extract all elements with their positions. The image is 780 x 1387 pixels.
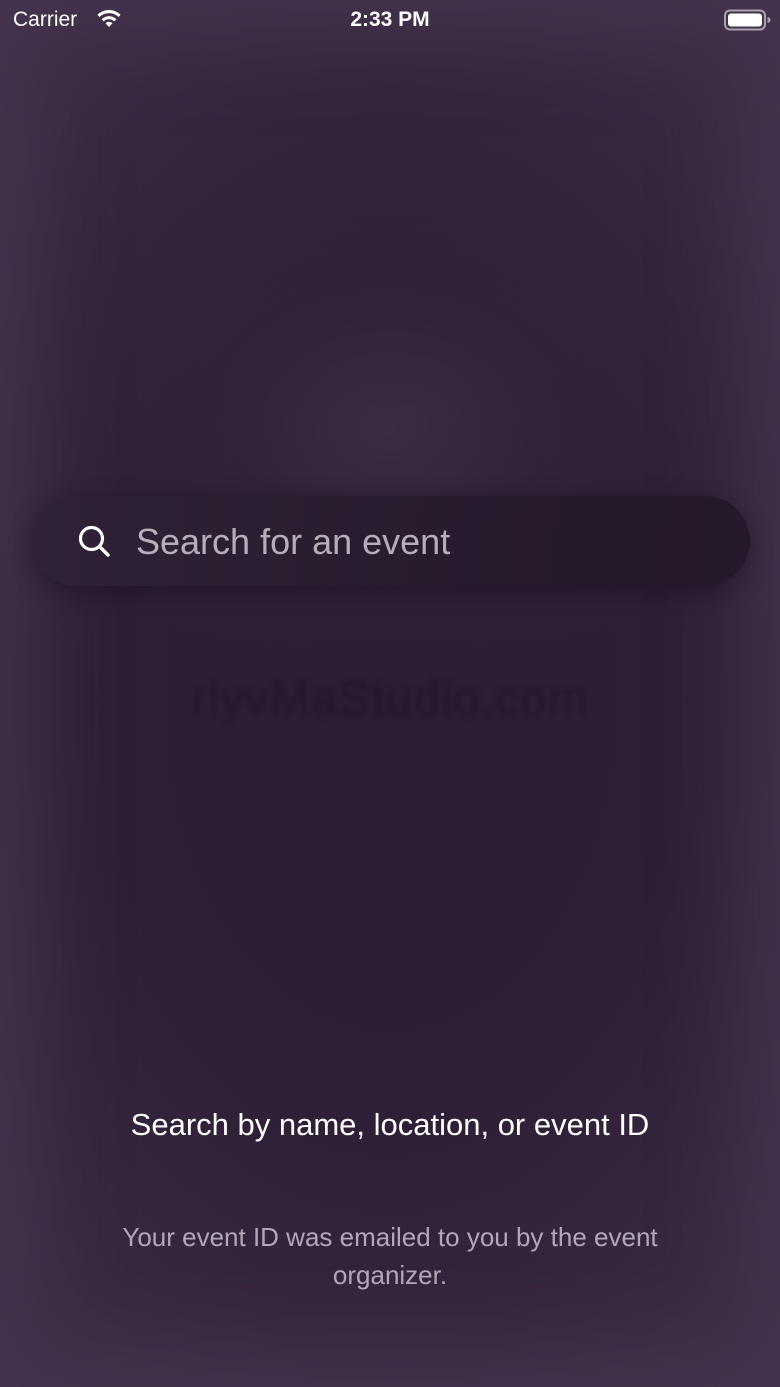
search-input[interactable]	[136, 518, 726, 566]
status-bar: Carrier 2:33 PM	[0, 0, 780, 40]
search-help-subtitle: Your event ID was emailed to you by the …	[122, 1222, 658, 1290]
search-icon	[78, 525, 110, 557]
battery-full-icon	[724, 9, 771, 31]
search-help-title: Search by name, location, or event ID	[130, 1107, 650, 1142]
status-time: 2:33 PM	[350, 8, 430, 31]
background-logo-watermark: rlyvMaStudio.com	[191, 673, 589, 726]
event-search-screen: Carrier 2:33 PM rlyvMaStudio.com Search …	[0, 0, 780, 1387]
